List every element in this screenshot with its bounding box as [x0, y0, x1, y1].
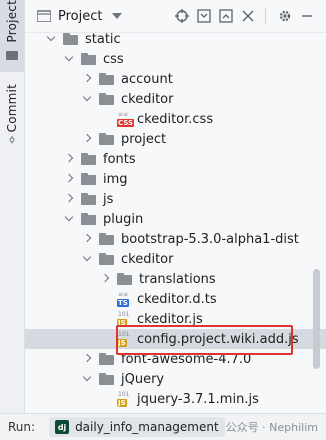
locate-icon[interactable]: [173, 7, 191, 25]
js-file-icon: 101 JS: [117, 331, 130, 347]
chevron-right-icon[interactable]: [99, 273, 111, 285]
chevron-right-icon[interactable]: [81, 233, 93, 245]
tree-row[interactable]: ≡≡ CSS ckeditor.css: [25, 109, 326, 129]
tree-row[interactable]: 101 JS ckeditor.js: [25, 309, 326, 329]
tree-row[interactable]: font-awesome-4.7.0: [25, 349, 326, 369]
chevron-right-icon[interactable]: [63, 193, 75, 205]
chevron-down-icon[interactable]: [81, 93, 93, 105]
project-icon: [37, 10, 51, 22]
tree-row[interactable]: img: [25, 169, 326, 189]
chevron-down-icon[interactable]: [81, 253, 93, 265]
folder-icon: [81, 52, 97, 66]
gear-icon[interactable]: [276, 7, 294, 25]
minimize-icon[interactable]: [298, 7, 316, 25]
tree-row[interactable]: static: [25, 33, 326, 49]
tree-row[interactable]: account: [25, 69, 326, 89]
watermark-text: 公众号 · Nephilim: [225, 421, 318, 434]
tree-row[interactable]: css: [25, 49, 326, 69]
tree-row[interactable]: ckeditor: [25, 249, 326, 269]
chevron-down-icon[interactable]: [112, 13, 123, 19]
tree-item-label: ckeditor.css: [137, 111, 214, 127]
tree-item-label: jquery-3.7.1.min.js: [137, 391, 259, 407]
tree-item-label: ckeditor.js: [137, 311, 203, 327]
project-header: Project: [25, 0, 326, 33]
tree-row[interactable]: translations: [25, 269, 326, 289]
stripe-tab-project-label: Project: [5, 0, 19, 43]
tree-row[interactable]: fonts: [25, 149, 326, 169]
tree-item-label: css: [103, 51, 124, 67]
tree-row[interactable]: project: [25, 129, 326, 149]
tree-row[interactable]: plugin: [25, 209, 326, 229]
folder-icon: [63, 33, 79, 46]
chevron-down-icon[interactable]: [45, 33, 57, 45]
chevron-down-icon[interactable]: [63, 53, 75, 65]
tree-item-label: ckeditor.d.ts: [137, 291, 217, 307]
commit-icon: [9, 136, 15, 144]
tree-item-label: bootstrap-5.3.0-alpha1-dist: [121, 231, 299, 247]
chevron-right-icon[interactable]: [81, 73, 93, 85]
tree-row-selected[interactable]: 101 JS config.project.wiki.add.js: [25, 329, 326, 349]
tree-item-label: img: [103, 171, 128, 187]
chevron-right-icon[interactable]: [63, 153, 75, 165]
tree-item-label: ckeditor: [121, 251, 174, 267]
folder-icon: [99, 92, 115, 106]
chevron-right-icon[interactable]: [81, 133, 93, 145]
tree-item-label: account: [121, 71, 173, 87]
chevron-right-icon[interactable]: [81, 353, 93, 365]
chevron-down-icon[interactable]: [63, 213, 75, 225]
tree-row[interactable]: bootstrap-5.3.0-alpha1-dist: [25, 229, 326, 249]
chevron-down-icon[interactable]: [81, 373, 93, 385]
tree-row[interactable]: js: [25, 189, 326, 209]
folder-icon: [6, 51, 18, 61]
folder-icon: [81, 192, 97, 206]
folder-icon: [99, 72, 115, 86]
folder-icon: [99, 252, 115, 266]
tool-window-stripe: Project Commit: [0, 0, 25, 414]
folder-icon: [81, 212, 97, 226]
folder-icon: [81, 152, 97, 166]
run-config-name: daily_info_management: [75, 420, 219, 434]
tree-item-label: ckeditor: [121, 91, 174, 107]
tree-item-label: fonts: [103, 151, 136, 167]
stripe-tab-commit[interactable]: Commit: [0, 84, 24, 144]
django-icon: dj: [55, 420, 70, 434]
folder-icon: [99, 352, 115, 366]
folder-icon: [99, 372, 115, 386]
folder-icon: [99, 132, 115, 146]
project-tree: static css account ckeditor ≡≡ CSS ckedit…: [25, 33, 326, 413]
vertical-scrollbar[interactable]: [313, 269, 320, 369]
header-divider: [265, 8, 266, 24]
tree-item-label: jQuery: [121, 371, 165, 387]
js-file-icon: 101 JS: [117, 311, 130, 327]
stripe-tab-project[interactable]: Project: [0, 0, 24, 72]
tree-row[interactable]: ≡≡ TS ckeditor.d.ts: [25, 289, 326, 309]
tree-item-label: project: [121, 131, 167, 147]
stripe-tab-commit-label: Commit: [5, 84, 19, 133]
run-config-tab[interactable]: dj daily_info_management: [49, 417, 225, 437]
panel-title[interactable]: Project: [58, 9, 102, 24]
folder-icon: [81, 172, 97, 186]
run-label: Run:: [8, 420, 36, 434]
tree-row[interactable]: ckeditor: [25, 89, 326, 109]
js-file-icon: 101 JS: [117, 391, 130, 407]
expand-all-icon[interactable]: [217, 7, 235, 25]
tree-item-label: config.project.wiki.add.js: [137, 331, 299, 347]
tree-item-label: translations: [139, 271, 216, 287]
tree-item-label: static: [85, 33, 121, 47]
run-toolbar: Run: dj daily_info_management 公众号 · Neph…: [0, 413, 326, 440]
tree-item-label: js: [103, 191, 114, 207]
tree-row[interactable]: jQuery: [25, 369, 326, 389]
folder-icon: [99, 232, 115, 246]
folder-icon: [117, 272, 133, 286]
chevron-right-icon[interactable]: [63, 173, 75, 185]
css-file-icon: ≡≡ CSS: [117, 111, 135, 127]
tree-item-label: plugin: [103, 211, 144, 227]
ts-file-icon: ≡≡ TS: [117, 291, 129, 307]
tree-row[interactable]: 101 JS jquery-3.7.1.min.js: [25, 389, 326, 409]
collapse-all-icon[interactable]: [195, 7, 213, 25]
close-icon[interactable]: [239, 7, 257, 25]
tree-item-label: font-awesome-4.7.0: [121, 351, 252, 367]
